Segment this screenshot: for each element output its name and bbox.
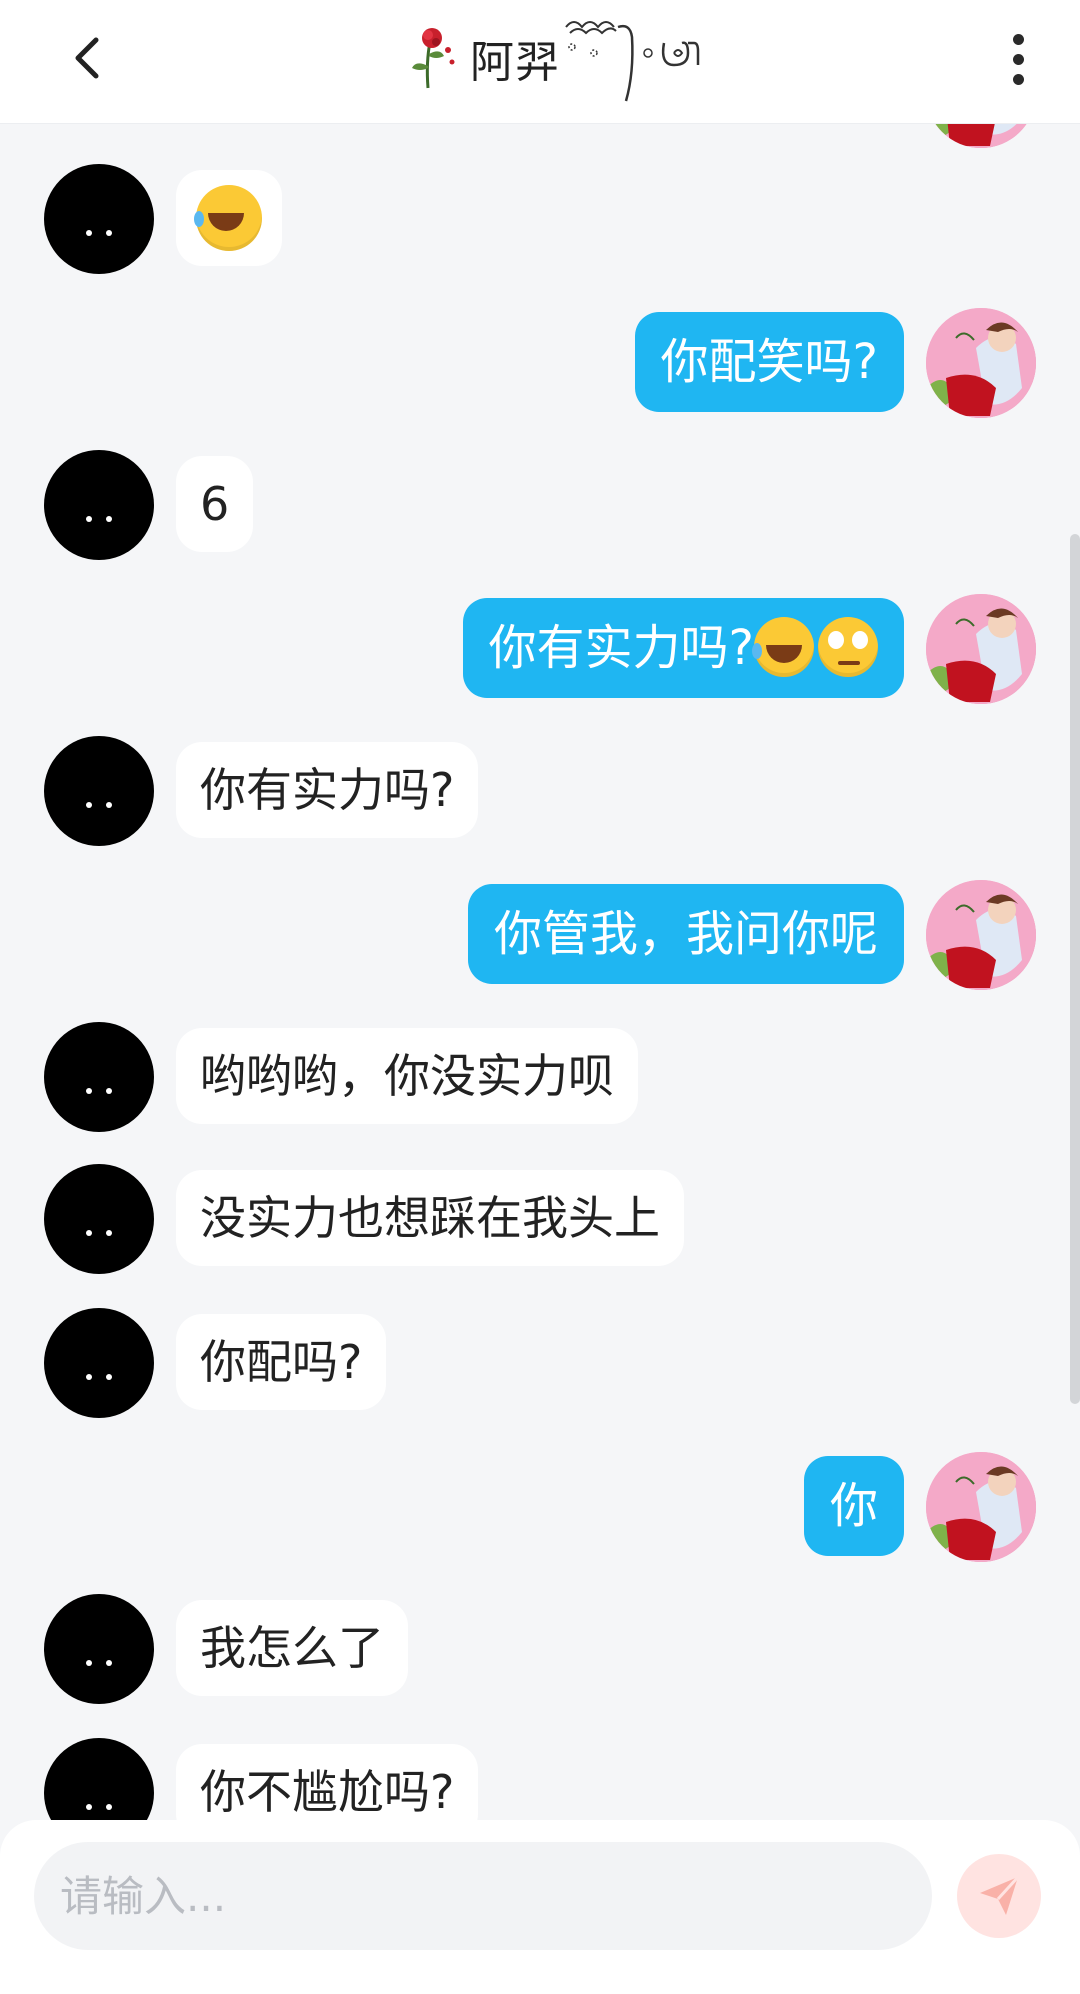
more-options-button[interactable] <box>993 24 1043 94</box>
avatar[interactable] <box>44 736 154 846</box>
avatar[interactable] <box>44 1594 154 1704</box>
chat-title: 阿羿 <box>408 14 738 102</box>
message-input[interactable] <box>34 1842 932 1950</box>
message-bubble[interactable] <box>176 170 282 266</box>
message-bubble[interactable]: 没实力也想踩在我头上 <box>176 1170 684 1266</box>
message-bubble[interactable]: 你有实力吗? <box>462 598 904 698</box>
message-bubble[interactable]: 你不尴尬吗? <box>176 1744 479 1820</box>
scrollbar[interactable] <box>1070 534 1080 1404</box>
avatar[interactable] <box>926 1452 1036 1562</box>
send-button[interactable] <box>957 1854 1041 1938</box>
name-decoration-icon <box>565 21 700 102</box>
message-bubble[interactable]: 哟哟哟，你没实力呗 <box>176 1028 638 1124</box>
message-bubble[interactable]: 你配吗? <box>176 1314 387 1410</box>
more-vertical-icon <box>1012 33 1024 45</box>
avatar[interactable] <box>44 450 154 560</box>
contact-name: 阿羿 <box>470 37 560 88</box>
face-with-tears-of-joy-icon <box>752 617 814 677</box>
avatar[interactable] <box>44 1308 154 1418</box>
message-text: 你有实力吗? <box>488 620 754 676</box>
message-bubble[interactable]: 6 <box>176 456 254 552</box>
composer-bar <box>0 1820 1080 1994</box>
chat-header: 阿羿 <box>0 0 1080 124</box>
message-bubble[interactable]: 你管我，我问你呢 <box>467 884 904 984</box>
avatar[interactable] <box>44 1738 154 1820</box>
chevron-left-icon <box>75 37 99 79</box>
avatar[interactable] <box>44 164 154 274</box>
avatar[interactable] <box>926 880 1036 990</box>
message-list[interactable]: 你配笑吗? 6 你有实力吗? 你有实力吗? 你管我，我问你呢 哟哟哟，你没实力呗… <box>0 124 1080 1820</box>
message-bubble[interactable]: 你 <box>803 1456 904 1556</box>
avatar[interactable] <box>926 308 1036 418</box>
avatar[interactable] <box>926 124 1036 148</box>
avatar[interactable] <box>926 594 1036 704</box>
message-bubble[interactable]: 你有实力吗? <box>176 742 479 838</box>
message-bubble[interactable]: 你配笑吗? <box>634 312 904 412</box>
face-with-rolling-eyes-icon <box>818 617 878 677</box>
avatar[interactable] <box>44 1022 154 1132</box>
face-with-tears-of-joy-icon <box>194 185 262 251</box>
rose-decoration-icon <box>412 28 455 89</box>
paper-plane-icon <box>980 1875 1020 1915</box>
message-bubble[interactable]: 我怎么了 <box>176 1600 408 1696</box>
avatar[interactable] <box>44 1164 154 1274</box>
back-button[interactable] <box>56 28 116 88</box>
